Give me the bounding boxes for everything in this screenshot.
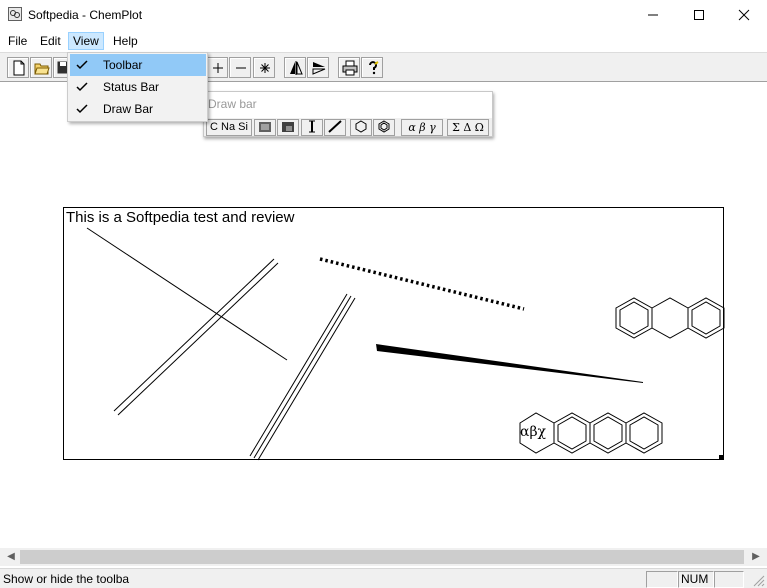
menu-item-draw-bar[interactable]: Draw Bar <box>70 98 206 120</box>
menu-item-toolbar-label: Toolbar <box>103 58 143 72</box>
resize-handle <box>719 455 724 460</box>
dashed-bond-line <box>319 257 525 311</box>
help-button[interactable] <box>361 57 383 78</box>
anthracene-structure <box>615 297 725 339</box>
open-folder-icon <box>34 63 50 75</box>
print-button[interactable] <box>338 57 360 78</box>
menu-item-toolbar[interactable]: Toolbar <box>70 54 206 76</box>
new-file-button[interactable] <box>7 57 29 78</box>
close-icon <box>738 9 750 21</box>
title-bar: Softpedia - ChemPlot <box>0 0 767 30</box>
single-bond-line <box>86 227 288 361</box>
resize-grip-icon[interactable] <box>751 573 765 587</box>
flip-horizontal-button[interactable] <box>284 57 306 78</box>
menu-view[interactable]: View <box>68 32 104 50</box>
view-menu-dropdown: Toolbar Status Bar Draw Bar <box>67 52 208 122</box>
window-title: Softpedia - ChemPlot <box>28 8 143 22</box>
status-pane-num: NUM <box>678 571 714 588</box>
status-pane-scroll <box>714 571 744 588</box>
greek-text-label[interactable]: αβχ <box>520 424 546 440</box>
minimize-icon <box>648 14 658 16</box>
flip-vertical-icon <box>312 62 326 75</box>
open-button[interactable] <box>30 57 52 78</box>
scroll-left-icon[interactable]: ◀ <box>2 548 20 566</box>
wedge-bond <box>376 344 643 383</box>
menu-bar: File Edit View Help <box>0 30 767 51</box>
vertical-bond-icon <box>309 120 315 133</box>
print-icon <box>342 60 358 76</box>
draw-bar-panel: Draw bar C Na Si α β γ Σ Δ Ω <box>203 91 493 137</box>
zoom-out-button[interactable] <box>229 57 251 78</box>
close-button[interactable] <box>721 0 767 30</box>
menu-help[interactable]: Help <box>109 32 142 50</box>
zoom-in-icon <box>213 63 223 73</box>
help-icon <box>369 61 379 75</box>
dotted-fill-icon <box>259 122 271 132</box>
benzene-ring-icon <box>378 120 390 133</box>
menu-file[interactable]: File <box>4 32 31 50</box>
drawing-canvas[interactable]: This is a Softpedia test and review αβχ <box>63 207 725 461</box>
checkmark-icon <box>76 60 88 70</box>
element-text-button[interactable]: C Na Si <box>206 119 252 136</box>
diagonal-bond-icon <box>328 120 342 133</box>
diagonal-bond-button[interactable] <box>324 119 346 136</box>
dense-fill-icon <box>282 122 294 132</box>
zoom-in-button[interactable] <box>206 57 228 78</box>
checkmark-icon <box>76 82 88 92</box>
benzene-button[interactable] <box>373 119 395 136</box>
chemplot-app-icon <box>8 7 22 21</box>
minimize-button[interactable] <box>630 0 676 30</box>
new-file-icon <box>13 60 25 76</box>
scroll-thumb[interactable] <box>20 550 744 564</box>
fill-pattern-button[interactable] <box>254 119 276 136</box>
maximize-icon <box>694 10 704 20</box>
canvas-drawing <box>86 227 725 461</box>
greek-lowercase-button[interactable]: α β γ <box>401 119 443 136</box>
flip-vertical-button[interactable] <box>307 57 329 78</box>
asterisk-button[interactable] <box>253 57 275 78</box>
hexagon-button[interactable] <box>350 119 372 136</box>
scroll-right-icon[interactable]: ▶ <box>747 548 765 566</box>
fill-pattern-2-button[interactable] <box>277 119 299 136</box>
asterisk-icon <box>260 63 270 73</box>
vertical-bond-button[interactable] <box>301 119 323 136</box>
menu-item-status-bar[interactable]: Status Bar <box>70 76 206 98</box>
menu-item-draw-bar-label: Draw Bar <box>103 102 154 116</box>
status-bar: Show or hide the toolba NUM <box>0 568 767 588</box>
checkmark-icon <box>76 104 88 114</box>
flip-horizontal-icon <box>290 61 303 75</box>
maximize-button[interactable] <box>676 0 722 30</box>
menu-item-status-bar-label: Status Bar <box>103 80 160 94</box>
status-message: Show or hide the toolba <box>3 572 130 586</box>
horizontal-scrollbar[interactable]: ◀ ▶ <box>0 548 767 566</box>
draw-bar-title[interactable]: Draw bar <box>204 92 492 118</box>
hexagon-icon <box>355 120 367 133</box>
zoom-out-icon <box>236 67 246 69</box>
status-pane-caps <box>646 571 678 588</box>
menu-edit[interactable]: Edit <box>36 32 65 50</box>
greek-uppercase-button[interactable]: Σ Δ Ω <box>447 119 489 136</box>
triple-bond-line <box>249 293 348 457</box>
